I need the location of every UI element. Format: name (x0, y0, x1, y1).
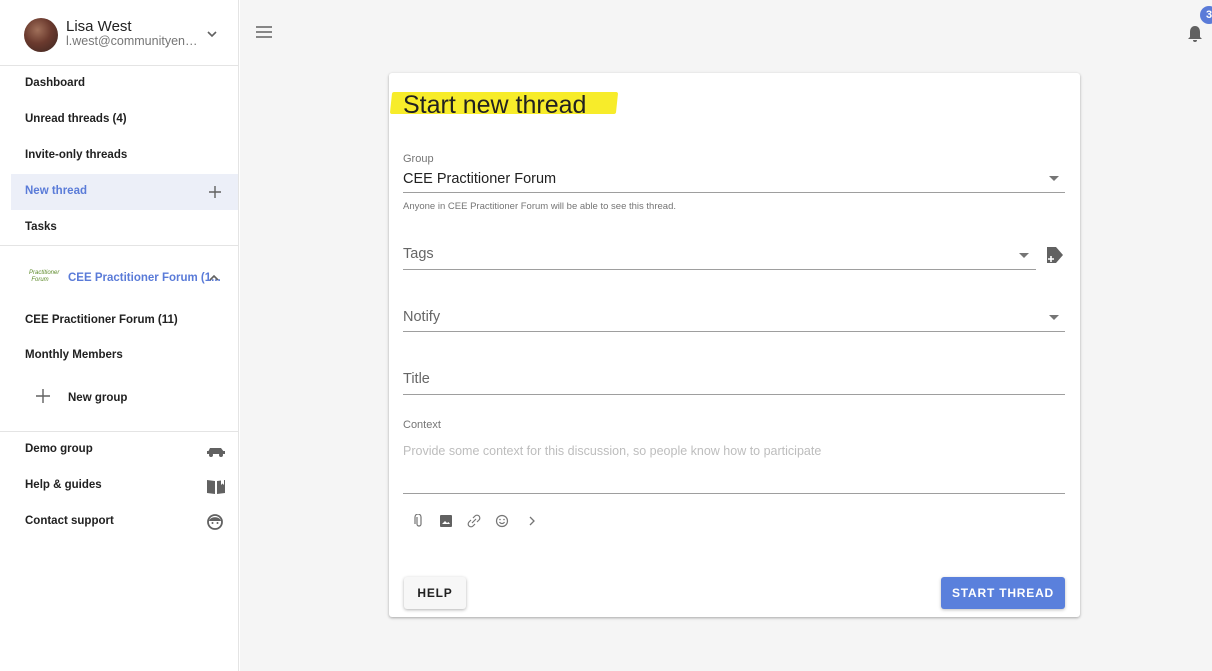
top-bar: 3 (240, 0, 1212, 64)
help-button[interactable]: HELP (404, 577, 466, 609)
support-agent-icon (207, 514, 223, 530)
notify-input[interactable]: Notify (403, 309, 440, 325)
sidebar-item-label: Dashboard (25, 77, 86, 89)
sidebar-item-help-guides[interactable]: Help & guides (11, 468, 238, 504)
sidebar-item-tasks[interactable]: Tasks (11, 210, 238, 246)
sidebar-item-label: Help & guides (25, 479, 102, 491)
dropdown-arrow-icon[interactable] (1049, 315, 1059, 321)
image-icon[interactable] (439, 514, 453, 528)
notification-badge: 3 (1200, 6, 1212, 24)
sidebar-item-label: New group (68, 392, 128, 404)
new-thread-card: Start new thread Group CEE Practitioner … (389, 73, 1080, 617)
sidebar-item-new-thread[interactable]: New thread (11, 174, 238, 210)
bell-icon[interactable] (1187, 25, 1203, 43)
dropdown-arrow-icon[interactable] (1019, 253, 1029, 259)
plus-icon (36, 389, 50, 403)
sidebar-item-dashboard[interactable]: Dashboard (11, 66, 238, 102)
link-icon[interactable] (467, 514, 481, 528)
user-email: l.west@communityenergy.org (66, 34, 202, 48)
sidebar: Lisa West l.west@communityenergy.org Das… (0, 0, 239, 671)
sidebar-item-cee-forum[interactable]: CEE Practitioner Forum (11) (11, 303, 238, 339)
user-menu[interactable]: Lisa West l.west@communityenergy.org (0, 0, 238, 66)
sidebar-divider (0, 245, 238, 246)
group-section-title: CEE Practitioner Forum (1... (68, 272, 221, 284)
sidebar-item-label: Invite-only threads (25, 149, 128, 161)
plus-icon (209, 186, 221, 198)
group-logo: Practitioner Forum (29, 270, 60, 283)
sidebar-item-demo-group[interactable]: Demo group (11, 432, 238, 468)
menu-icon[interactable] (256, 25, 272, 39)
sidebar-item-label: Demo group (25, 443, 93, 455)
sidebar-item-contact-support[interactable]: Contact support (11, 504, 238, 540)
sidebar-item-label: CEE Practitioner Forum (11) (25, 314, 178, 326)
dropdown-arrow-icon[interactable] (1049, 176, 1059, 182)
sidebar-item-invite-only[interactable]: Invite-only threads (11, 138, 238, 174)
sidebar-item-label: New thread (25, 185, 87, 197)
group-field-label: Group (403, 153, 434, 165)
group-section-header[interactable]: Practitioner Forum CEE Practitioner Foru… (11, 262, 238, 296)
sidebar-item-label: Unread threads (4) (25, 113, 127, 125)
context-label: Context (403, 419, 441, 431)
group-hint: Anyone in CEE Practitioner Forum will be… (403, 201, 676, 212)
sidebar-item-label: Tasks (25, 221, 57, 233)
sidebar-item-label: Contact support (25, 515, 114, 527)
page-title: Start new thread (403, 91, 587, 119)
emoji-icon[interactable] (495, 514, 509, 528)
title-input[interactable]: Title (403, 371, 430, 387)
context-underline (403, 493, 1065, 494)
title-underline (403, 394, 1065, 395)
user-name: Lisa West (66, 18, 132, 35)
car-icon (207, 448, 225, 457)
notify-underline (403, 331, 1065, 332)
sidebar-item-monthly-members[interactable]: Monthly Members (11, 338, 238, 374)
sidebar-item-unread-threads[interactable]: Unread threads (4) (11, 102, 238, 138)
add-tag-icon[interactable] (1045, 245, 1065, 265)
book-icon (207, 478, 225, 494)
context-editor[interactable]: Provide some context for this discussion… (403, 444, 821, 458)
chevron-right-icon[interactable] (525, 514, 539, 528)
avatar (24, 18, 58, 52)
group-select[interactable]: CEE Practitioner Forum (403, 171, 556, 187)
group-underline (403, 192, 1065, 193)
sidebar-item-label: Monthly Members (25, 349, 123, 361)
tags-input[interactable]: Tags (403, 246, 434, 262)
chevron-down-icon[interactable] (206, 28, 218, 40)
start-thread-button[interactable]: START THREAD (941, 577, 1065, 609)
tags-underline (403, 269, 1036, 270)
chevron-up-icon[interactable] (208, 273, 220, 283)
attachment-icon[interactable] (412, 514, 426, 528)
